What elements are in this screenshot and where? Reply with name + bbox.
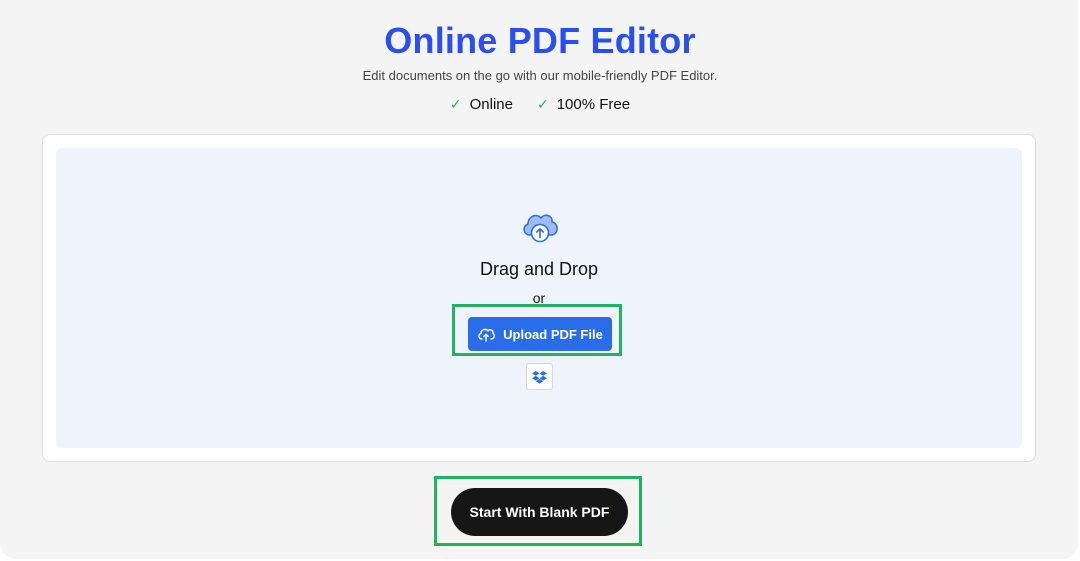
- start-blank-pdf-button[interactable]: Start With Blank PDF: [451, 488, 628, 536]
- drop-zone[interactable]: Drag and Drop or Upload PDF File: [56, 148, 1022, 448]
- dropbox-button[interactable]: [526, 363, 553, 390]
- cloud-upload-icon: [523, 214, 558, 243]
- check-icon: ✓: [536, 96, 549, 112]
- start-blank-pdf-button-label: Start With Blank PDF: [469, 504, 610, 520]
- drag-and-drop-label: Drag and Drop: [479, 259, 599, 279]
- feature-online: ✓ Online: [450, 96, 513, 113]
- page: Online PDF Editor Edit documents on the …: [0, 0, 1078, 559]
- check-icon: ✓: [449, 96, 462, 112]
- feature-label: 100% Free: [556, 96, 631, 113]
- feature-free: ✓ 100% Free: [537, 96, 630, 113]
- upload-pdf-button[interactable]: Upload PDF File: [468, 317, 612, 351]
- page-title: Online PDF Editor: [384, 20, 696, 61]
- page-subtitle: Edit documents on the go with our mobile…: [362, 68, 718, 83]
- upload-pdf-button-label: Upload PDF File: [503, 326, 603, 342]
- feature-label: Online: [469, 96, 513, 113]
- feature-list: ✓ Online ✓ 100% Free: [0, 96, 1080, 113]
- upload-card: Drag and Drop or Upload PDF File: [42, 134, 1036, 462]
- dropbox-icon: [532, 370, 547, 384]
- cloud-upload-icon: [478, 328, 496, 342]
